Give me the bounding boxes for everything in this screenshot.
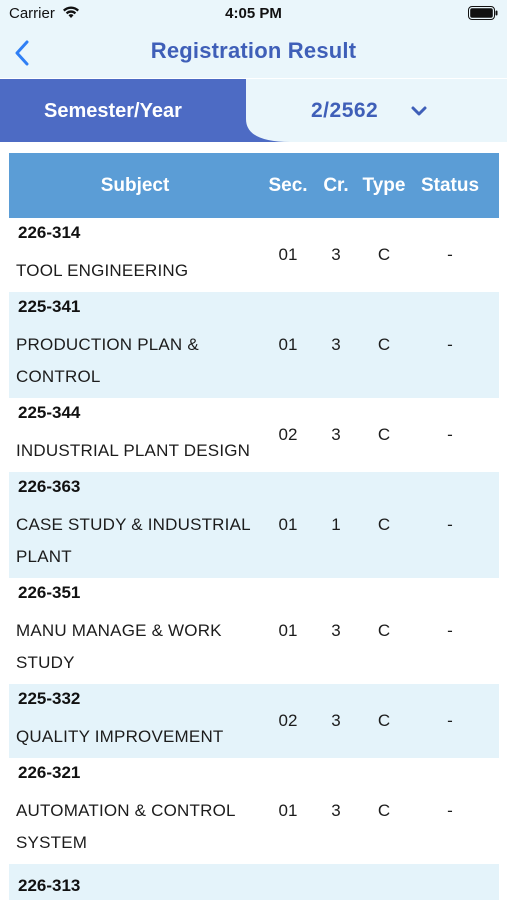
section-cell: 02 (278, 425, 298, 444)
table-row[interactable]: 226-363 CASE STUDY & INDUSTRIAL PLANT 01… (9, 472, 499, 578)
type-cell: C (377, 801, 391, 820)
credit-cell: 3 (331, 621, 341, 640)
status-bar: Carrier 4:05 PM (0, 0, 507, 28)
header-cr: Cr. (323, 174, 349, 196)
table-row[interactable]: 225-341 PRODUCTION PLAN & CONTROL 01 3 C… (9, 292, 499, 398)
section-cell: 01 (278, 801, 298, 820)
type-cell: C (377, 711, 391, 730)
type-cell: C (377, 515, 391, 534)
table-row[interactable]: 226-314 TOOL ENGINEERING 01 3 C - (9, 218, 499, 292)
status-cell: - (447, 515, 453, 534)
subject-code: 225-332 (18, 689, 81, 708)
section-cell: 01 (278, 621, 298, 640)
chevron-down-icon (411, 106, 427, 116)
subject-cell: 225-341 PRODUCTION PLAN & CONTROL (9, 297, 261, 393)
section-cell: 01 (278, 335, 298, 354)
subject-name: CASE STUDY & INDUSTRIAL (16, 515, 251, 534)
status-cell: - (447, 335, 453, 354)
credit-cell: 1 (331, 515, 341, 534)
subject-name: TOOL ENGINEERING (16, 261, 189, 280)
registration-table: Subject Sec. Cr. Type Status 226-314 TOO… (9, 153, 499, 900)
type-cell: C (377, 245, 391, 264)
subject-code: 225-341 (18, 297, 81, 316)
semester-label-tab: Semester/Year (0, 79, 290, 142)
subject-cell: 226-351 MANU MANAGE & WORK STUDY (9, 583, 261, 679)
table-row[interactable]: 226-321 AUTOMATION & CONTROL SYSTEM 01 3… (9, 758, 499, 864)
subject-cell: 226-313 (9, 876, 261, 900)
header-sec: Sec. (268, 174, 308, 196)
page-title: Registration Result (150, 38, 357, 63)
semester-dropdown[interactable]: 2/2562 (290, 79, 507, 142)
subject-cell: 226-363 CASE STUDY & INDUSTRIAL PLANT (9, 477, 261, 573)
subject-cell: 225-344 INDUSTRIAL PLANT DESIGN (9, 403, 261, 467)
semester-bar: Semester/Year 2/2562 (0, 79, 507, 142)
semester-label: Semester/Year (44, 100, 182, 122)
section-cell: 01 (278, 515, 298, 534)
subject-name: PRODUCTION PLAN & (16, 335, 199, 354)
table-row[interactable]: 225-344 INDUSTRIAL PLANT DESIGN 02 3 C - (9, 398, 499, 472)
subject-code: 226-363 (18, 477, 81, 496)
subject-cell: 226-314 TOOL ENGINEERING (9, 223, 261, 287)
subject-code: 226-351 (18, 583, 81, 602)
status-cell: - (447, 621, 453, 640)
subject-name: MANU MANAGE & WORK (16, 621, 222, 640)
subject-cell: 226-321 AUTOMATION & CONTROL SYSTEM (9, 763, 261, 859)
status-cell: - (447, 425, 453, 444)
credit-cell: 3 (331, 425, 341, 444)
battery-icon (468, 6, 498, 20)
table-row[interactable]: 226-313 (9, 864, 499, 900)
section-cell: 01 (278, 245, 298, 264)
credit-cell: 3 (331, 711, 341, 730)
subject-name: STUDY (16, 653, 75, 672)
credit-cell: 3 (331, 801, 341, 820)
type-cell: C (377, 621, 391, 640)
subject-code: 226-313 (18, 876, 81, 895)
credit-cell: 3 (331, 335, 341, 354)
subject-name: QUALITY IMPROVEMENT (16, 727, 224, 746)
type-cell: C (377, 425, 391, 444)
table-row[interactable]: 225-332 QUALITY IMPROVEMENT 02 3 C - (9, 684, 499, 758)
section-cell: 02 (278, 711, 298, 730)
subject-name: CONTROL (16, 367, 101, 386)
status-cell: - (447, 711, 453, 730)
subject-code: 226-321 (18, 763, 81, 782)
table-row[interactable]: 226-351 MANU MANAGE & WORK STUDY 01 3 C … (9, 578, 499, 684)
header-status: Status (420, 174, 480, 196)
status-cell: - (447, 245, 453, 264)
table-header: Subject Sec. Cr. Type Status (9, 153, 499, 218)
subject-name: AUTOMATION & CONTROL (16, 801, 236, 820)
semester-value: 2/2562 (311, 99, 379, 122)
subject-code: 225-344 (18, 403, 81, 422)
credit-cell: 3 (331, 245, 341, 264)
navigation-bar: Registration Result (0, 28, 507, 78)
subject-code: 226-314 (18, 223, 81, 242)
subject-name: SYSTEM (16, 833, 88, 852)
subject-cell: 225-332 QUALITY IMPROVEMENT (9, 689, 261, 753)
type-cell: C (377, 335, 391, 354)
subject-name: PLANT (16, 547, 72, 566)
status-cell: - (447, 801, 453, 820)
subject-name: INDUSTRIAL PLANT DESIGN (16, 441, 251, 460)
header-subject: Subject (100, 174, 170, 196)
header-type: Type (362, 174, 406, 196)
clock: 4:05 PM (225, 5, 282, 22)
